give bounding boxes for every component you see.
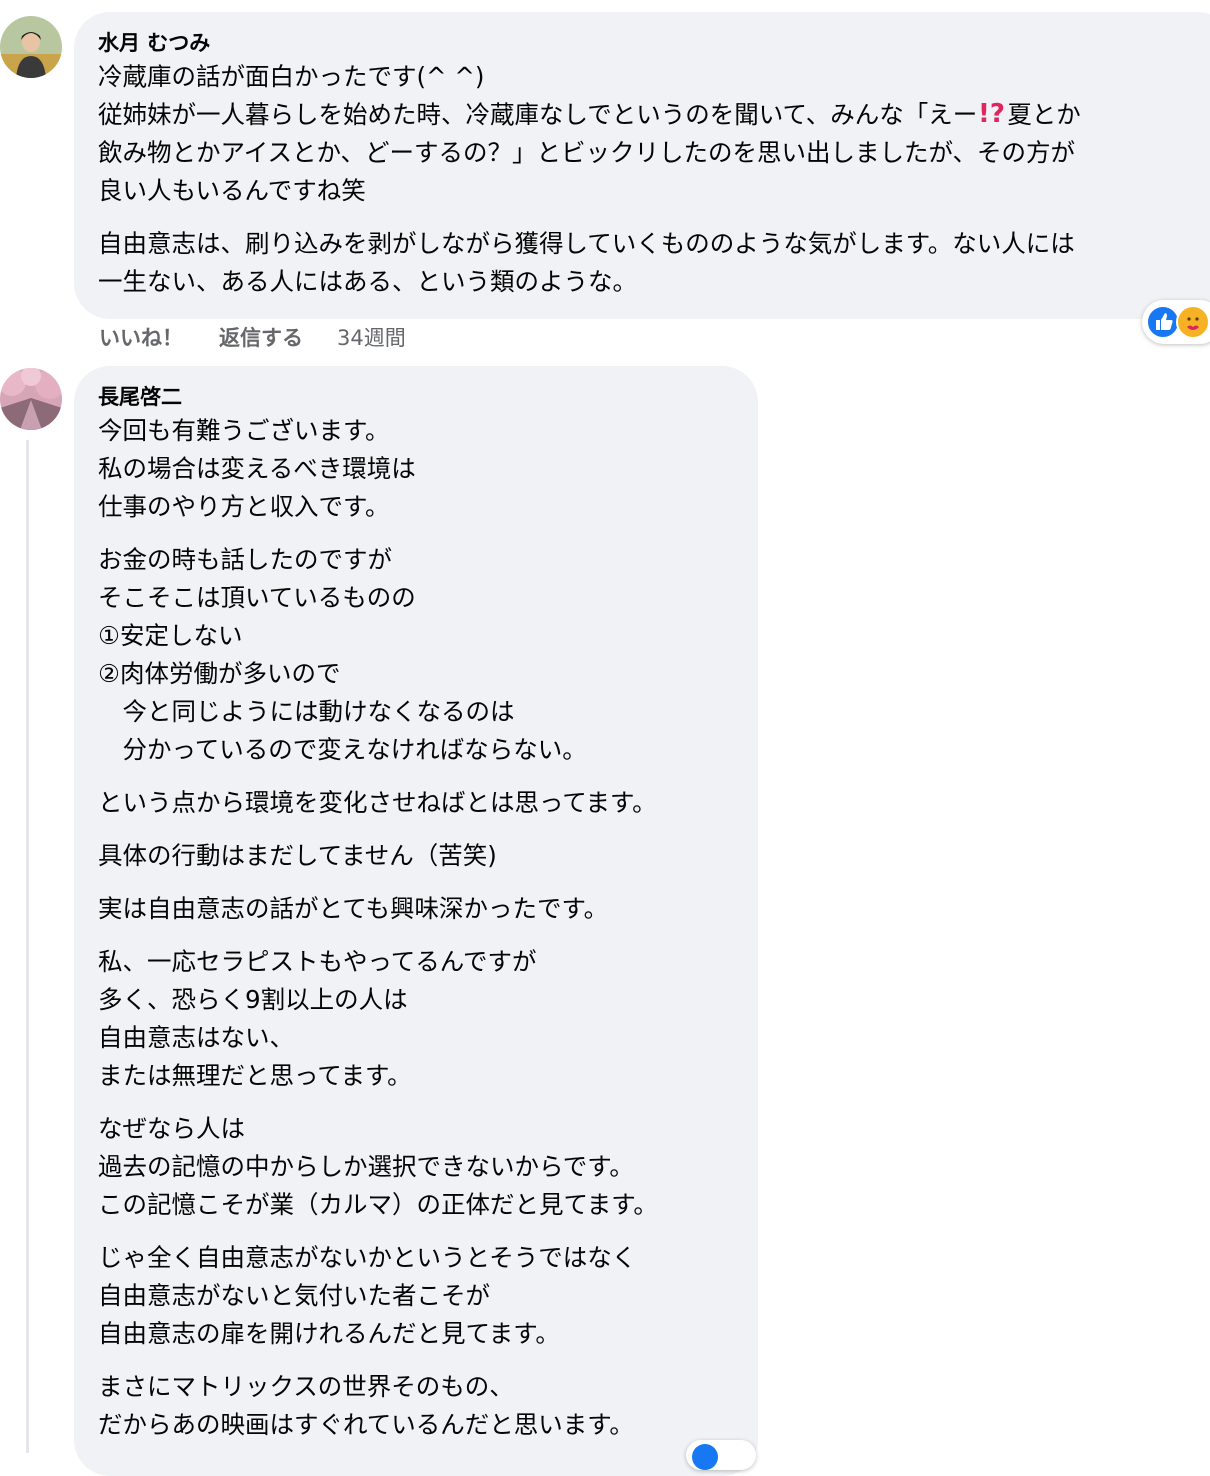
comment-author[interactable]: 水月 むつみ	[98, 28, 1210, 58]
comment-paragraph: 冷蔵庫の話が面白かったです(^ ^) 従姉妹が一人暮らしを始めた時、冷蔵庫なしで…	[98, 58, 1210, 210]
svg-text:!?: !?	[978, 99, 1005, 127]
comment-line: という点から環境を変化させねばとは思ってます。	[98, 788, 657, 817]
reaction-summary[interactable]	[686, 1440, 756, 1470]
comment-line: 多く、恐らく9割以上の人は	[98, 985, 408, 1014]
comment-line: ①安定しない	[98, 621, 243, 650]
reaction-summary[interactable]	[1142, 300, 1210, 344]
comment-author[interactable]: 長尾啓二	[98, 382, 758, 412]
comment-line: そこそこは頂いているものの	[98, 583, 416, 612]
comment-line: なぜなら人は	[98, 1114, 245, 1143]
comment-line: 飲み物とかアイスとか、どーするの？」とビックリしたのを思い出しましたが、その方が	[98, 138, 1076, 167]
user-avatar-photo	[0, 16, 62, 78]
comment-line-text: 従姉妹が一人暮らしを始めた時、冷蔵庫なしでというのを聞いて、みんな「えー	[98, 100, 978, 129]
comment-paragraph: なぜなら人は 過去の記憶の中からしか選択できないからです。 この記憶こそが業（カ…	[98, 1110, 758, 1224]
avatar[interactable]	[0, 16, 62, 78]
comment-line: 従姉妹が一人暮らしを始めた時、冷蔵庫なしでというのを聞いて、みんな「えー!? 夏と…	[98, 96, 1210, 134]
comment-line: 実は自由意志の話がとても興味深かったです。	[98, 894, 609, 923]
comment-line: 今回も有難うございます。	[98, 416, 390, 445]
exclamation-question-icon: !?	[977, 97, 1007, 138]
comment-line: お金の時も話したのですが	[98, 545, 392, 574]
comment-line-text: 夏とか	[1007, 100, 1081, 129]
comment-line: 過去の記憶の中からしか選択できないからです。	[98, 1152, 634, 1181]
comment-line: 私の場合は変えるべき環境は	[98, 454, 416, 483]
comment-body: 冷蔵庫の話が面白かったです(^ ^) 従姉妹が一人暮らしを始めた時、冷蔵庫なしで…	[98, 58, 1210, 301]
reply-button[interactable]: 返信する	[219, 322, 303, 354]
comment-line: 冷蔵庫の話が面白かったです(^ ^)	[98, 62, 485, 91]
comment-paragraph: お金の時も話したのですが そこそこは頂いているものの ①安定しない ②肉体労働が…	[98, 541, 758, 769]
comment-line: じゃ全く自由意志がないかというとそうではなく	[98, 1243, 637, 1272]
comment-line: 今と同じようには動けなくなるのは	[98, 697, 515, 726]
comment-paragraph: 今回も有難うございます。 私の場合は変えるべき環境は 仕事のやり方と収入です。	[98, 412, 758, 526]
comment-line: または無理だと思ってます。	[98, 1061, 412, 1090]
comment-paragraph: まさにマトリックスの世界そのもの、 だからあの映画はすぐれているんだと思います。	[98, 1368, 758, 1444]
like-button[interactable]: いいね！	[99, 322, 183, 354]
comment-paragraph: じゃ全く自由意志がないかというとそうではなく 自由意志がないと気付いた者こそが …	[98, 1239, 758, 1353]
comment-paragraph: 具体の行動はまだしてません（苦笑)	[98, 837, 758, 875]
comment-line: 自由意志がないと気付いた者こそが	[98, 1281, 490, 1310]
comment-line: この記憶こそが業（カルマ）の正体だと見てます。	[98, 1190, 658, 1219]
comment-bubble: 水月 むつみ 冷蔵庫の話が面白かったです(^ ^) 従姉妹が一人暮らしを始めた時…	[74, 12, 1210, 319]
comment-line: だからあの映画はすぐれているんだと思います。	[98, 1410, 634, 1439]
comment-line: 自由意志はない、	[98, 1023, 294, 1052]
user-avatar-cherry-blossom	[0, 368, 62, 430]
like-icon	[1146, 305, 1180, 339]
comment-line: ②肉体労働が多いので	[98, 659, 341, 688]
comment-line: 分かっているので変えなければならない。	[98, 735, 587, 764]
comment-line: 仕事のやり方と収入です。	[98, 492, 390, 521]
comment-line: 私、一応セラピストもやってるんですが	[98, 947, 537, 976]
comment-body: 今回も有難うございます。 私の場合は変えるべき環境は 仕事のやり方と収入です。 …	[98, 412, 758, 1444]
comment-paragraph: 自由意志は、刷り込みを剥がしながら獲得していくもののような気がします。ない人には…	[98, 225, 1210, 301]
avatar[interactable]	[0, 368, 62, 430]
comment-line: 自由意志の扉を開けれるんだと見てます。	[98, 1319, 560, 1348]
comment-paragraph: 私、一応セラピストもやってるんですが 多く、恐らく9割以上の人は 自由意志はない…	[98, 943, 758, 1095]
comment-bubble: 長尾啓二 今回も有難うございます。 私の場合は変えるべき環境は 仕事のやり方と収…	[74, 366, 758, 1476]
comment-paragraph: 実は自由意志の話がとても興味深かったです。	[98, 890, 758, 928]
comment-line: 自由意志は、刷り込みを剥がしながら獲得していくもののような気がします。ない人には	[98, 229, 1075, 258]
like-icon	[692, 1444, 718, 1470]
comment-line: 一生ない、ある人にはある、という類のような。	[98, 267, 637, 296]
comment-paragraph: という点から環境を変化させねばとは思ってます。	[98, 784, 758, 822]
reply-thread-line	[26, 440, 29, 1453]
comment-line: 良い人もいるんですね笑	[98, 176, 366, 205]
comment-actions: いいね！ 返信する 34週間	[99, 322, 406, 354]
comment-line: 具体の行動はまだしてません（苦笑)	[98, 841, 497, 870]
care-icon	[1176, 305, 1210, 339]
comment-line: まさにマトリックスの世界そのもの、	[98, 1372, 514, 1401]
comment-timestamp[interactable]: 34週間	[337, 322, 406, 354]
